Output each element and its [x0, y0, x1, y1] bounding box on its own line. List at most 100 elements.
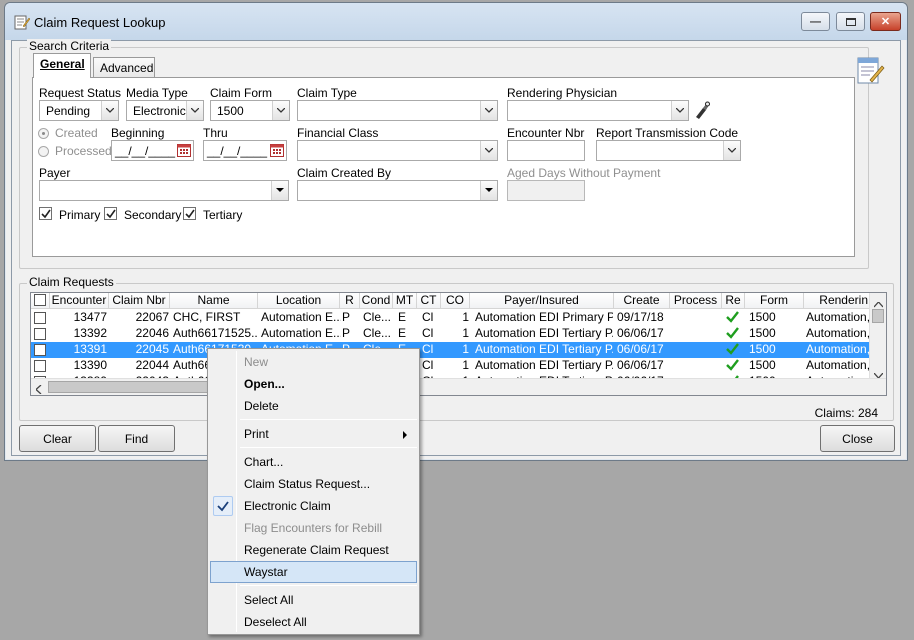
- report-edit-icon[interactable]: [856, 56, 886, 86]
- column-header[interactable]: CT: [417, 293, 441, 309]
- menu-item-label: Print: [244, 427, 269, 441]
- row-checkbox[interactable]: [34, 312, 46, 324]
- column-header[interactable]: Re: [722, 293, 745, 309]
- column-header[interactable]: Name: [170, 293, 258, 309]
- secondary-checkbox[interactable]: [104, 207, 117, 220]
- chevron-down-icon[interactable]: [671, 101, 688, 120]
- maximize-icon: [845, 17, 856, 26]
- menu-item-label: Electronic Claim: [244, 499, 331, 513]
- select-all-header[interactable]: [31, 293, 50, 309]
- chevron-down-icon[interactable]: [272, 101, 289, 120]
- media-type-select[interactable]: Electronic: [126, 100, 204, 121]
- chevron-down-icon[interactable]: [186, 101, 203, 120]
- menu-item-claim-status-request[interactable]: Claim Status Request...: [210, 473, 417, 495]
- select-all-checkbox[interactable]: [34, 294, 46, 306]
- menu-item-print[interactable]: Print: [210, 423, 417, 445]
- menu-item-regenerate-claim-request[interactable]: Regenerate Claim Request: [210, 539, 417, 561]
- cell-r: P: [342, 326, 351, 340]
- financial-class-select[interactable]: [297, 140, 498, 161]
- rendering-physician-select[interactable]: [507, 100, 689, 121]
- beginning-date-input[interactable]: __/__/____: [111, 140, 194, 161]
- chevron-down-icon[interactable]: [271, 181, 288, 200]
- calendar-icon[interactable]: [177, 144, 191, 157]
- menu-item-open[interactable]: Open...: [210, 373, 417, 395]
- cell-payer: Automation EDI Tertiary P...: [475, 326, 613, 340]
- claim-requests-grid[interactable]: Encounter Claim Nbr Name Location R Cond…: [30, 292, 887, 396]
- menu-item-flag-encounters-for-rebill[interactable]: Flag Encounters for Rebill: [210, 517, 417, 539]
- claim-created-by-select[interactable]: [297, 180, 498, 201]
- request-status-select[interactable]: Pending: [39, 100, 119, 121]
- table-row[interactable]: 1339122045Auth66171530...Automation E...…: [31, 342, 872, 358]
- column-header[interactable]: Encounter: [50, 293, 109, 309]
- title-bar[interactable]: Claim Request Lookup — ✕: [5, 3, 907, 40]
- menu-item-deselect-all[interactable]: Deselect All: [210, 611, 417, 633]
- vertical-scrollbar[interactable]: [869, 293, 886, 379]
- report-transmission-code-select[interactable]: [596, 140, 741, 161]
- encounter-nbr-input[interactable]: [507, 140, 585, 161]
- column-header[interactable]: CO: [441, 293, 470, 309]
- table-row[interactable]: 13390 22044 Auth66 Cl 1 Automation EDI Tertia…: [31, 358, 872, 374]
- find-button[interactable]: Find: [98, 425, 175, 452]
- column-header[interactable]: MT: [393, 293, 417, 309]
- column-header[interactable]: Payer/Insured: [470, 293, 614, 309]
- menu-item-delete[interactable]: Delete: [210, 395, 417, 417]
- menu-item-waystar[interactable]: Waystar: [210, 561, 417, 583]
- column-header[interactable]: Claim Nbr: [109, 293, 170, 309]
- menu-item-chart[interactable]: Chart...: [210, 451, 417, 473]
- column-header[interactable]: Cond: [360, 293, 393, 309]
- column-header[interactable]: R: [340, 293, 360, 309]
- close-window-button[interactable]: ✕: [870, 12, 901, 31]
- processed-radio[interactable]: [38, 146, 49, 157]
- chevron-down-icon[interactable]: [480, 101, 497, 120]
- tab-advanced[interactable]: Advanced: [93, 57, 155, 79]
- column-header[interactable]: Form: [745, 293, 804, 309]
- column-header[interactable]: Create: [614, 293, 670, 309]
- payer-label: Payer: [39, 166, 71, 180]
- menu-separator: [240, 419, 417, 420]
- cell-process: [673, 326, 721, 342]
- cell-process: [673, 358, 721, 374]
- horizontal-scrollbar[interactable]: [31, 378, 886, 395]
- checkmark-icon: [185, 209, 195, 219]
- row-checkbox[interactable]: [34, 344, 46, 356]
- cell-encounter: 13391: [73, 342, 107, 356]
- tertiary-checkbox[interactable]: [183, 207, 196, 220]
- table-row[interactable]: 13392 22046 Auth66171525... Automation E...…: [31, 326, 872, 342]
- table-row[interactable]: 13477 22067 CHC, FIRST Automation E... P Cle.…: [31, 310, 872, 326]
- tab-general[interactable]: General: [33, 53, 91, 78]
- chevron-down-icon[interactable]: [480, 141, 497, 160]
- minimize-button[interactable]: —: [801, 12, 830, 31]
- maximize-button[interactable]: [836, 12, 865, 31]
- claim-form-select[interactable]: 1500: [210, 100, 290, 121]
- row-checkbox[interactable]: [34, 328, 46, 340]
- claim-created-by-label: Claim Created By: [297, 166, 392, 180]
- claim-type-label: Claim Type: [297, 86, 357, 100]
- chevron-down-icon[interactable]: [723, 141, 740, 160]
- column-header[interactable]: Process: [670, 293, 722, 309]
- created-radio[interactable]: [38, 128, 49, 139]
- menu-item-electronic-claim[interactable]: Electronic Claim: [210, 495, 417, 517]
- vertical-scroll-thumb[interactable]: [872, 309, 884, 323]
- payer-select[interactable]: [39, 180, 289, 201]
- chevron-down-icon[interactable]: [480, 181, 497, 200]
- cell-mt: E: [398, 326, 407, 340]
- row-checkbox[interactable]: [34, 360, 46, 372]
- claim-type-select[interactable]: [297, 100, 498, 121]
- clear-button[interactable]: Clear: [19, 425, 96, 452]
- column-header[interactable]: Renderin: [804, 293, 871, 309]
- primary-checkbox[interactable]: [39, 207, 52, 220]
- close-button[interactable]: Close: [820, 425, 895, 452]
- menu-separator: [240, 447, 417, 448]
- menu-item-new[interactable]: New: [210, 351, 417, 373]
- app-icon: [14, 14, 31, 30]
- menu-item-select-all[interactable]: Select All: [210, 589, 417, 611]
- calendar-icon[interactable]: [270, 144, 284, 157]
- flashlight-search-icon[interactable]: [692, 100, 710, 120]
- chevron-down-icon[interactable]: [101, 101, 118, 120]
- window-title: Claim Request Lookup: [34, 15, 166, 30]
- aged-days-input[interactable]: [507, 180, 585, 201]
- column-header[interactable]: Location: [258, 293, 340, 309]
- cell-encounter: 13390: [73, 358, 107, 372]
- scroll-left-icon[interactable]: [35, 383, 42, 395]
- thru-date-input[interactable]: __/__/____: [203, 140, 287, 161]
